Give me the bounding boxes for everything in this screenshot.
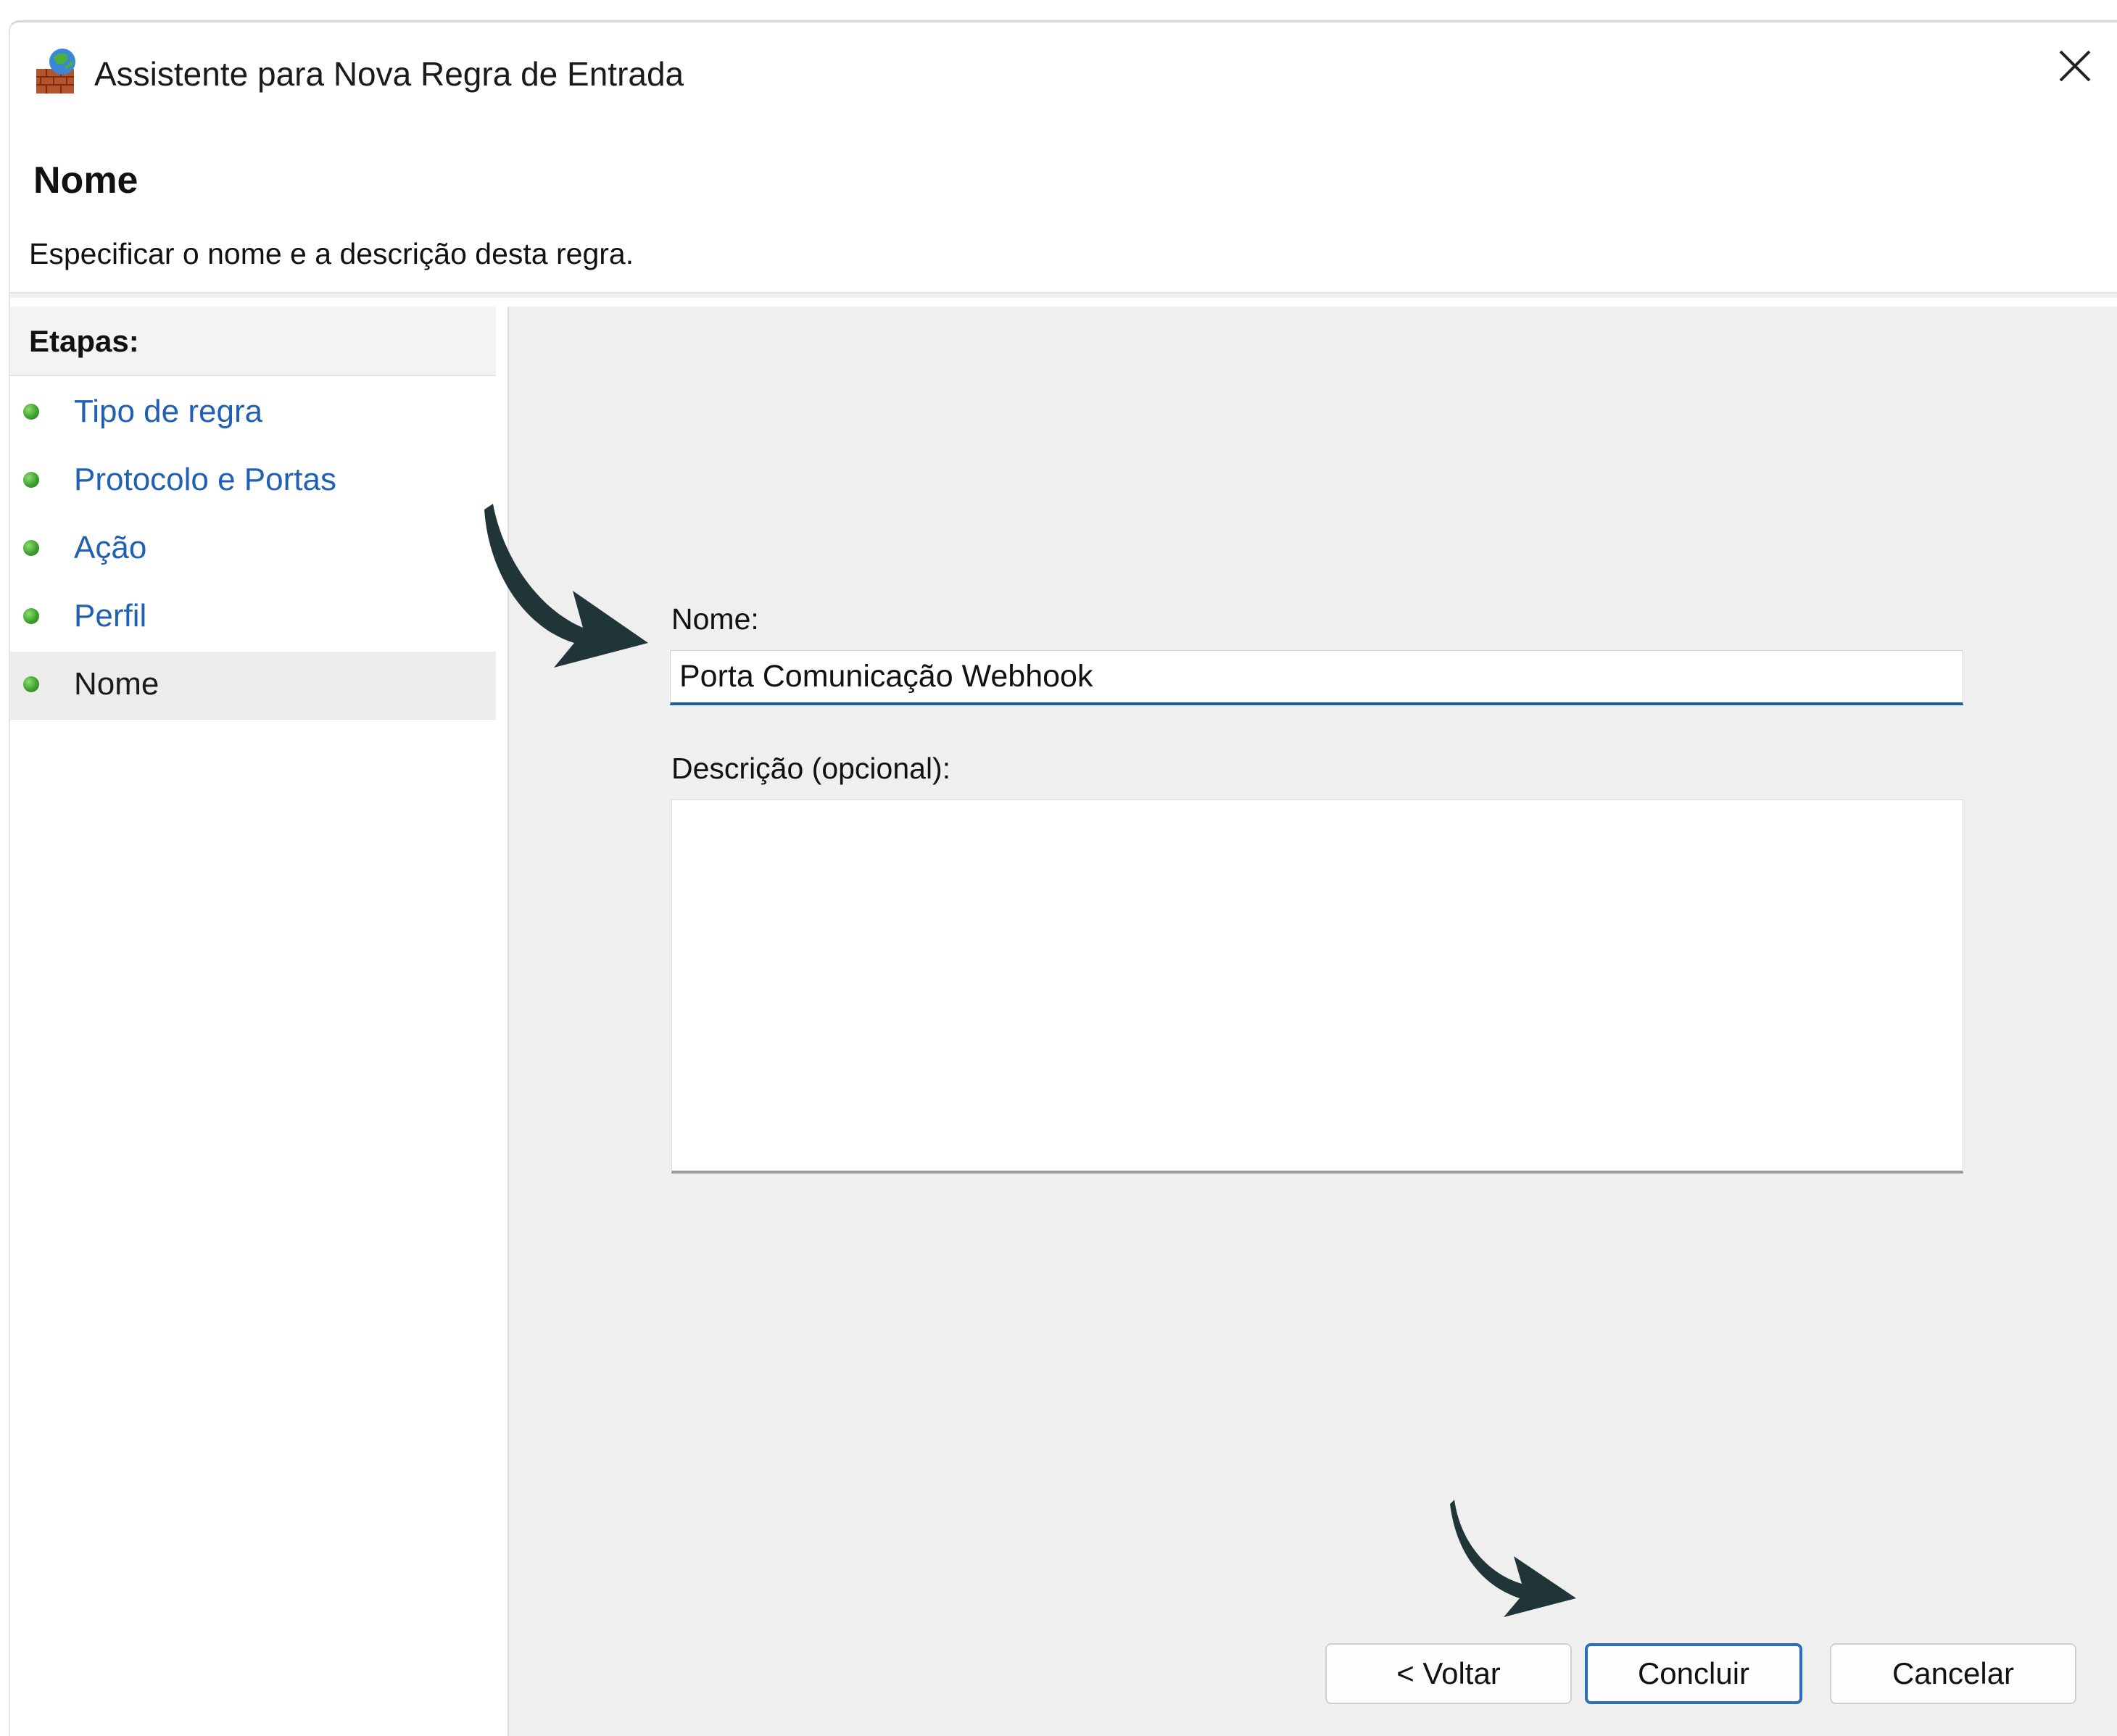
step-label: Tipo de regra: [74, 394, 263, 429]
green-dot-icon: [23, 676, 39, 692]
page-heading: Nome: [33, 159, 138, 202]
cancel-button[interactable]: Cancelar: [1830, 1643, 2076, 1704]
step-label: Perfil: [74, 598, 147, 634]
step-perfil[interactable]: Perfil: [10, 583, 496, 652]
step-tipo-de-regra[interactable]: Tipo de regra: [10, 379, 496, 447]
wizard-window: Assistente para Nova Regra de Entrada No…: [9, 20, 2117, 1736]
step-label: Protocolo e Portas: [74, 462, 336, 497]
step-label: Nome: [74, 666, 160, 702]
step-protocolo-e-portas[interactable]: Protocolo e Portas: [10, 447, 496, 515]
name-input[interactable]: [670, 650, 1963, 705]
green-dot-icon: [23, 608, 39, 624]
close-button[interactable]: [2031, 22, 2117, 109]
title-bar: Assistente para Nova Regra de Entrada: [10, 22, 2117, 117]
step-acao[interactable]: Ação: [10, 515, 496, 583]
green-dot-icon: [23, 472, 39, 488]
description-label: Descrição (opcional):: [671, 752, 951, 785]
page-subtitle: Especificar o nome e a descrição desta r…: [29, 237, 634, 270]
step-label: Ação: [74, 530, 147, 565]
name-label: Nome:: [671, 602, 759, 636]
steps-sidebar: Etapas: Tipo de regra Protocolo e Portas…: [10, 307, 503, 1736]
firewall-icon: [33, 47, 83, 96]
curved-arrow-icon: [484, 504, 648, 668]
window-title: Assistente para Nova Regra de Entrada: [94, 55, 684, 93]
step-nome[interactable]: Nome: [10, 652, 496, 720]
finish-button[interactable]: Concluir: [1585, 1643, 1802, 1704]
steps-title-label: Etapas:: [29, 324, 139, 358]
steps-title: Etapas:: [10, 307, 496, 376]
content-pane: Nome: Descrição (opcional): < Voltar Con…: [508, 307, 2117, 1736]
green-dot-icon: [23, 404, 39, 420]
back-button[interactable]: < Voltar: [1325, 1643, 1572, 1704]
curved-arrow-icon: [1450, 1500, 1576, 1617]
header-divider: [10, 292, 2117, 298]
description-textarea[interactable]: [671, 800, 1963, 1174]
green-dot-icon: [23, 540, 39, 556]
close-icon: [2059, 50, 2091, 82]
